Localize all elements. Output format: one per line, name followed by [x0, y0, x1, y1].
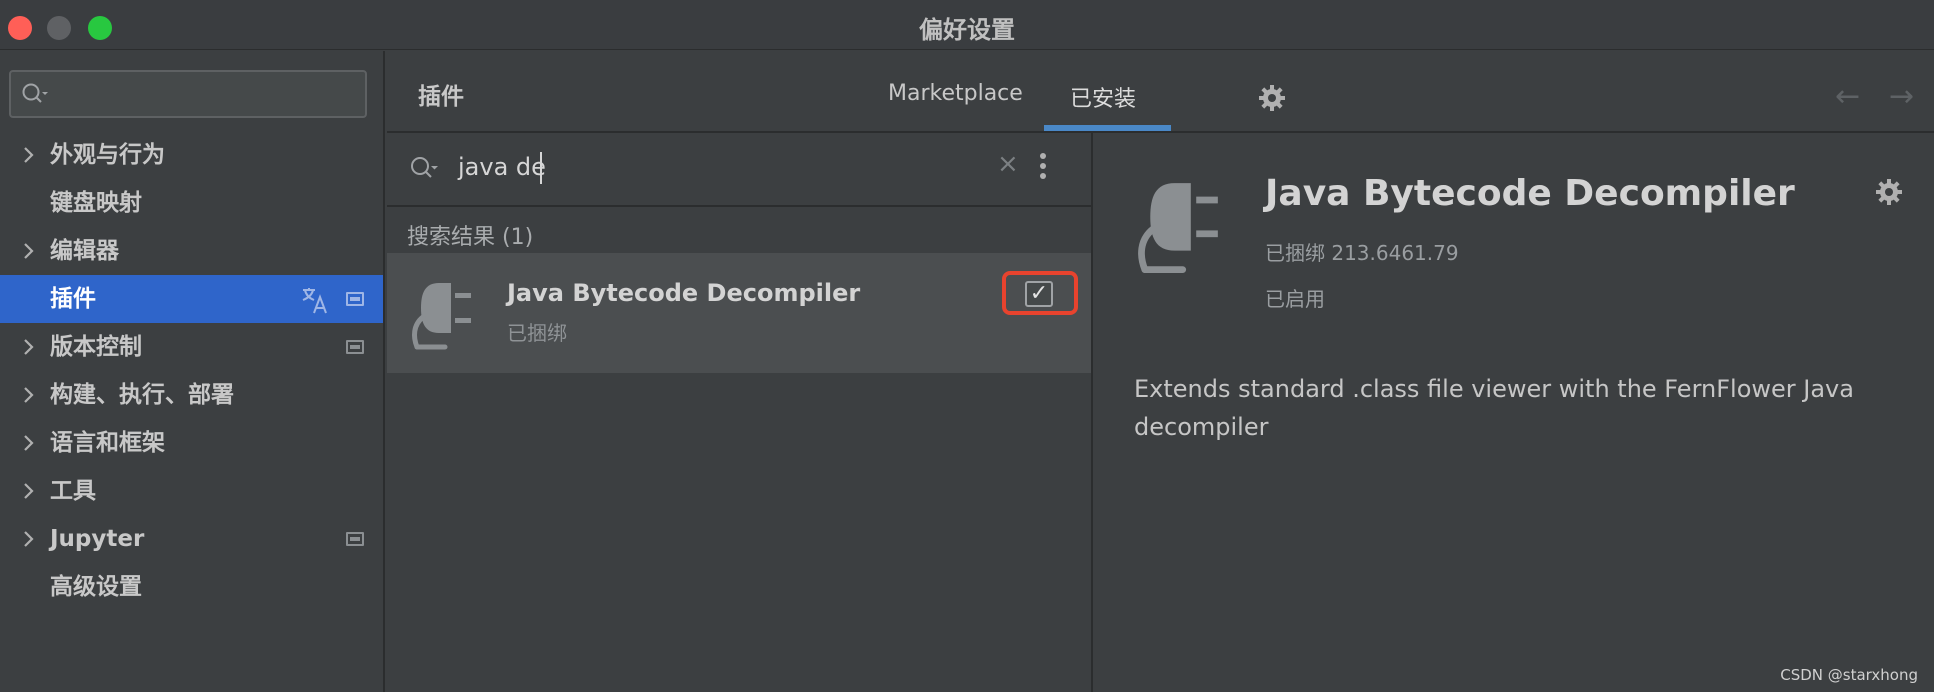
sidebar-item-build[interactable]: 构建、执行、部署: [0, 371, 383, 419]
sidebar-item-label: 版本控制: [50, 334, 142, 360]
sidebar-item-label: 插件: [50, 286, 96, 312]
sidebar-item-languages[interactable]: 语言和框架: [0, 419, 383, 467]
plugin-description: Extends standard .class file viewer with…: [1134, 375, 1854, 441]
more-options-icon[interactable]: [1040, 153, 1048, 185]
plugin-list-item[interactable]: Java Bytecode Decompiler 已捆绑 ✓: [387, 253, 1091, 373]
settings-sidebar: 外观与行为 键盘映射 编辑器 插件 版本控制 构建、执行、部署 语言和框架 工具…: [0, 51, 385, 692]
plugin-list-panel: java de × 搜索结果 (1) Java Bytecode Decompi…: [387, 133, 1093, 692]
chevron-right-icon: [24, 483, 34, 499]
plugin-search-input[interactable]: java de: [458, 153, 546, 181]
project-scope-icon: [346, 532, 364, 546]
gear-icon[interactable]: [1257, 83, 1287, 113]
plugin-detail-name: Java Bytecode Decompiler: [1265, 173, 1795, 214]
clear-search-icon[interactable]: ×: [997, 149, 1019, 179]
settings-search-input[interactable]: [9, 70, 367, 118]
sidebar-item-jupyter[interactable]: Jupyter: [0, 515, 383, 563]
plugin-version: 已捆绑 213.6461.79: [1265, 241, 1459, 265]
title-bar: 偏好设置: [0, 0, 1934, 50]
plugin-detail-panel: Java Bytecode Decompiler 已捆绑 213.6461.79…: [1094, 133, 1934, 692]
sidebar-item-advanced[interactable]: 高级设置: [0, 563, 383, 611]
sidebar-item-label: 构建、执行、部署: [50, 382, 234, 408]
project-scope-icon: [346, 340, 364, 354]
sidebar-item-label: 外观与行为: [50, 142, 165, 168]
sidebar-item-version-control[interactable]: 版本控制: [0, 323, 383, 371]
chevron-right-icon: [24, 387, 34, 403]
sidebar-item-label: 高级设置: [50, 574, 142, 600]
plugin-bundled-label: 已捆绑: [507, 321, 567, 345]
forward-arrow-icon[interactable]: →: [1889, 79, 1914, 114]
chevron-right-icon: [24, 531, 34, 547]
plugin-enabled-checkbox[interactable]: ✓: [1025, 281, 1053, 307]
plugins-header: 插件 Marketplace 已安装 ← →: [387, 51, 1934, 133]
plugin-name: Java Bytecode Decompiler: [507, 279, 861, 307]
chevron-right-icon: [24, 147, 34, 163]
search-icon: [411, 157, 438, 178]
search-icon: [22, 83, 48, 103]
plugin-status: 已启用: [1265, 287, 1325, 311]
plugin-icon: [1138, 183, 1218, 273]
active-tab-indicator: [1044, 125, 1171, 131]
sidebar-item-label: 编辑器: [50, 238, 119, 264]
text-caret: [540, 152, 542, 184]
sidebar-item-plugins[interactable]: 插件: [0, 275, 383, 323]
plugin-icon: [412, 283, 471, 350]
sidebar-item-label: 键盘映射: [50, 190, 142, 216]
project-scope-icon: [346, 292, 364, 306]
sidebar-item-appearance[interactable]: 外观与行为: [0, 131, 383, 179]
search-results-heading: 搜索结果 (1): [407, 225, 534, 250]
plugin-search-field[interactable]: java de ×: [387, 133, 1091, 207]
sidebar-item-tools[interactable]: 工具: [0, 467, 383, 515]
chevron-right-icon: [24, 243, 34, 259]
settings-nav: 外观与行为 键盘映射 编辑器 插件 版本控制 构建、执行、部署 语言和框架 工具…: [0, 131, 383, 611]
window-title: 偏好设置: [919, 16, 1015, 44]
watermark: CSDN @starxhong: [1780, 666, 1918, 684]
sidebar-item-label: 语言和框架: [50, 430, 165, 456]
sidebar-item-label: 工具: [50, 478, 96, 504]
chevron-right-icon: [24, 435, 34, 451]
sidebar-item-label: Jupyter: [50, 526, 145, 552]
sidebar-item-editor[interactable]: 编辑器: [0, 227, 383, 275]
chevron-right-icon: [24, 339, 34, 355]
tab-marketplace[interactable]: Marketplace: [888, 81, 1023, 106]
gear-icon[interactable]: [1874, 177, 1904, 207]
sidebar-item-keymap[interactable]: 键盘映射: [0, 179, 383, 227]
page-title: 插件: [418, 84, 464, 110]
tab-installed[interactable]: 已安装: [1070, 81, 1136, 113]
back-arrow-icon[interactable]: ←: [1835, 79, 1860, 114]
translate-icon: [302, 288, 327, 314]
